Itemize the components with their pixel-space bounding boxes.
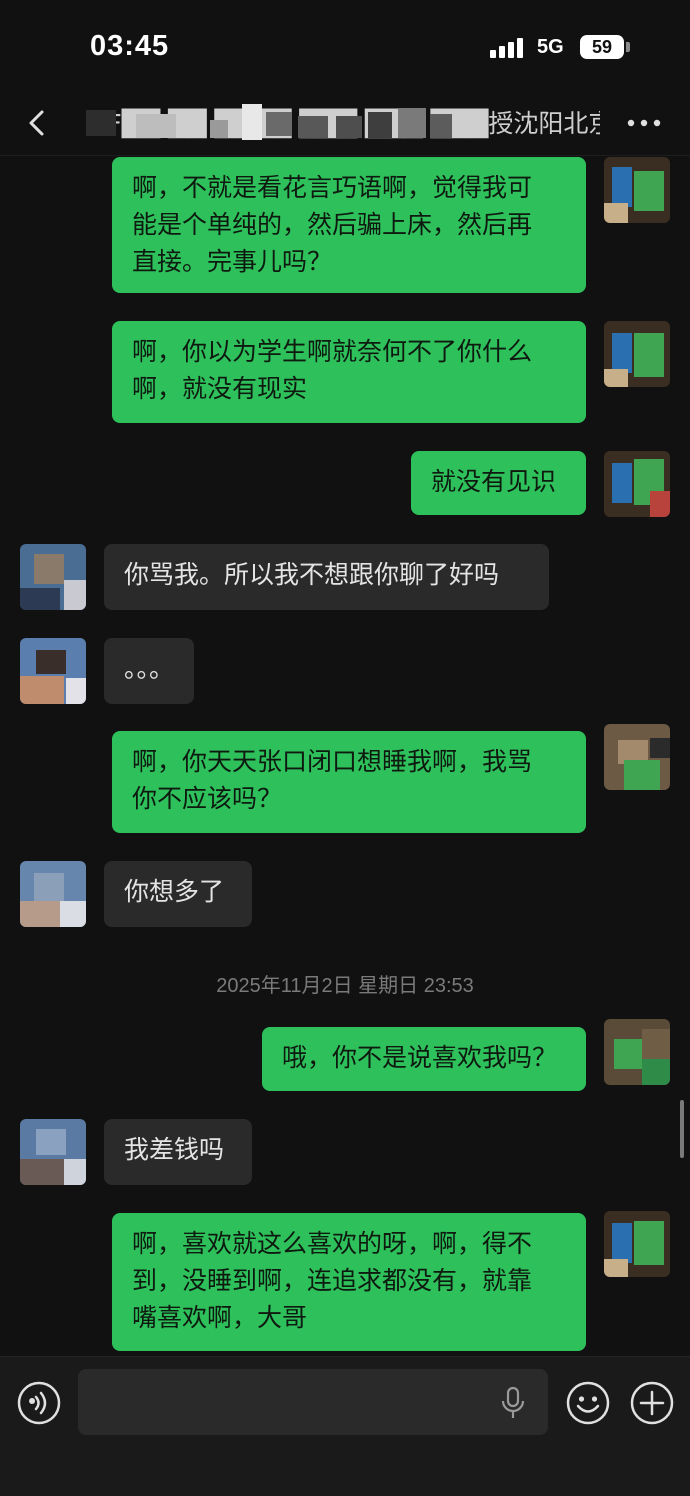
- chevron-left-icon[interactable]: [24, 108, 54, 138]
- voice-icon[interactable]: [17, 1381, 61, 1425]
- message-bubble[interactable]: 就没有见识: [411, 451, 586, 515]
- message-bubble[interactable]: 啊，你以为学生啊就奈何不了你什么 啊，就没有现实: [112, 321, 586, 423]
- self-avatar[interactable]: [604, 451, 670, 517]
- self-avatar[interactable]: [604, 1019, 670, 1085]
- plus-icon[interactable]: [630, 1381, 674, 1425]
- message-bubble[interactable]: 你骂我。所以我不想跟你聊了好吗: [104, 544, 549, 610]
- self-avatar[interactable]: [604, 321, 670, 387]
- contact-avatar[interactable]: [20, 544, 86, 610]
- self-avatar[interactable]: [604, 157, 670, 223]
- microphone-icon[interactable]: [500, 1386, 526, 1420]
- message-input[interactable]: [78, 1369, 548, 1435]
- battery-icon: 59: [580, 35, 624, 59]
- message-bubble[interactable]: 。。。: [104, 638, 194, 704]
- message-bubble[interactable]: 你想多了: [104, 861, 252, 927]
- contact-avatar[interactable]: [20, 638, 86, 704]
- status-bar: 03:45 5G 59: [0, 0, 690, 90]
- battery-tip: [626, 42, 630, 52]
- more-dots-icon[interactable]: [626, 116, 662, 130]
- message-bubble[interactable]: 我差钱吗: [104, 1119, 252, 1185]
- status-time: 03:45: [90, 30, 170, 62]
- title-mosaic: [86, 102, 466, 146]
- signal-icon: [490, 36, 524, 58]
- emoji-icon[interactable]: [566, 1381, 610, 1425]
- message-bubble[interactable]: 哦，你不是说喜欢我吗？: [262, 1027, 586, 1091]
- input-bar: [0, 1356, 690, 1496]
- message-bubble[interactable]: 啊，不就是看花言巧语啊，觉得我可 能是个单纯的，然后骗上床，然后再 直接。完事儿…: [112, 157, 586, 293]
- network-type: 5G: [537, 36, 564, 58]
- self-avatar[interactable]: [604, 724, 670, 790]
- time-separator: 2025年11月2日 星期日 23:53: [216, 975, 474, 997]
- nav-bar: GF██ ██ ████ ███ ███ ███授沈阳北京: [0, 90, 690, 156]
- message-bubble[interactable]: 啊，喜欢就这么喜欢的呀，啊，得不 到，没睡到啊，连追求都没有，就靠 嘴喜欢啊，大…: [112, 1213, 586, 1351]
- scroll-indicator[interactable]: [680, 1100, 684, 1158]
- contact-avatar[interactable]: [20, 861, 86, 927]
- contact-avatar[interactable]: [20, 1119, 86, 1185]
- message-bubble[interactable]: 啊，你天天张口闭口想睡我啊，我骂 你不应该吗？: [112, 731, 586, 833]
- chat-area[interactable]: 啊，不就是看花言巧语啊，觉得我可 能是个单纯的，然后骗上床，然后再 直接。完事儿…: [0, 157, 690, 1355]
- self-avatar[interactable]: [604, 1211, 670, 1277]
